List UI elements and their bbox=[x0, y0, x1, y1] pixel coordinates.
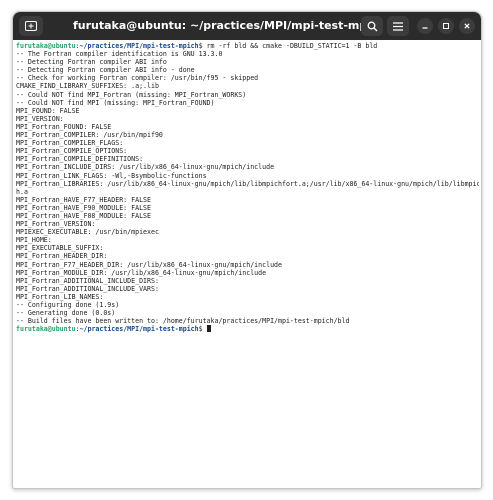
output-line: -- Could NOT find MPI (missing: MPI_Fort… bbox=[16, 98, 215, 107]
terminal-output-area[interactable]: furutaka@ubuntu:~/practices/MPI/mpi-test… bbox=[13, 40, 481, 488]
minimize-icon bbox=[422, 27, 428, 29]
maximize-icon bbox=[443, 23, 449, 29]
output-line: h.a bbox=[16, 187, 28, 196]
prompt-path: ~/practices/MPI/mpi-test-mpich bbox=[79, 325, 199, 334]
output-line: -- Generating done (0.0s) bbox=[16, 309, 116, 318]
output-line: MPI_Fortran_LIBRARIES: /usr/lib/x86_64-l… bbox=[16, 179, 479, 188]
output-line: MPI_Fortran_HAVE_F90_MODULE: FALSE bbox=[16, 203, 151, 212]
terminal-window: furutaka@ubuntu: ~/practices/MPI/mpi-tes… bbox=[12, 11, 482, 489]
output-line: MPI_Fortran_LINK_FLAGS: -Wl,-Bsymbolic-f… bbox=[16, 171, 207, 180]
output-line: CMAKE_FIND_LIBRARY_SUFFIXES: .a;.lib bbox=[16, 82, 159, 91]
minimize-button[interactable] bbox=[417, 18, 433, 34]
output-line: MPI_Fortran_INCLUDE_DIRS: /usr/lib/x86_6… bbox=[16, 163, 275, 172]
new-tab-icon bbox=[25, 21, 37, 31]
output-line: MPI_Fortran_ADDITIONAL_INCLUDE_DIRS: bbox=[16, 276, 159, 285]
output-line: MPI_VERSION: bbox=[16, 114, 64, 123]
text-cursor bbox=[206, 325, 211, 333]
title-bar[interactable]: furutaka@ubuntu: ~/practices/MPI/mpi-tes… bbox=[13, 12, 481, 40]
output-line: MPI_Fortran_LIB_NAMES: bbox=[16, 292, 104, 301]
command-text: rm -rf bld && cmake -DBUILD_STATIC=1 -B … bbox=[206, 42, 378, 50]
output-line: -- Configuring done (1.9s) bbox=[16, 301, 120, 309]
prompt-path: ~/practices/MPI/mpi-test-mpich bbox=[79, 42, 199, 50]
close-icon bbox=[464, 23, 470, 29]
output-line: MPI_Fortran_MODULE_DIR: /usr/lib/x86_64-… bbox=[16, 268, 267, 277]
close-button[interactable] bbox=[459, 18, 475, 34]
output-line: -- Build files have been written to: /ho… bbox=[16, 317, 350, 326]
output-line: MPI_Fortran_COMPILE_DEFINITIONS: bbox=[16, 155, 144, 164]
prompt-sigil: $ bbox=[198, 42, 207, 50]
output-line: MPI_HOME: bbox=[16, 236, 52, 245]
prompt-user: furutaka@ubuntu bbox=[16, 325, 76, 334]
hamburger-menu-icon bbox=[393, 21, 403, 31]
output-line: MPI_EXECUTABLE_SUFFIX: bbox=[16, 244, 104, 253]
output-line: MPI_Fortran_COMPILE_OPTIONS: bbox=[16, 147, 128, 156]
prompt-sigil: $ bbox=[198, 325, 207, 334]
output-line: -- Check for working Fortran compiler: /… bbox=[16, 74, 259, 83]
output-line: MPI_Fortran_VERSION: bbox=[16, 220, 96, 229]
prompt-line: furutaka@ubuntu:~/practices/MPI/mpi-test… bbox=[16, 325, 479, 333]
output-line: MPI_Fortran_HEADER_DIR: bbox=[16, 252, 108, 261]
output-line: MPI_Fortran_ADDITIONAL_INCLUDE_VARS: bbox=[16, 284, 159, 293]
new-tab-button[interactable] bbox=[19, 16, 43, 36]
output-line: -- The Fortran compiler identification i… bbox=[16, 50, 223, 59]
search-icon bbox=[367, 21, 377, 31]
output-line: MPI_Fortran_FOUND: FALSE bbox=[16, 122, 112, 131]
output-line: -- Detecting Fortran compiler ABI info -… bbox=[16, 66, 195, 75]
output-line: -- Detecting Fortran compiler ABI info bbox=[16, 58, 167, 67]
prompt-line: furutaka@ubuntu:~/practices/MPI/mpi-test… bbox=[16, 42, 479, 50]
maximize-button[interactable] bbox=[438, 18, 454, 34]
output-line: MPIEXEC_EXECUTABLE: /usr/bin/mpiexec bbox=[16, 228, 159, 237]
output-line: MPI_Fortran_HAVE_F08_MODULE: FALSE bbox=[16, 211, 151, 220]
search-button[interactable] bbox=[361, 16, 383, 36]
output-line: -- Could NOT find MPI_Fortran (missing: … bbox=[16, 90, 247, 99]
prompt-user: furutaka@ubuntu bbox=[16, 42, 76, 50]
window-title: furutaka@ubuntu: ~/practices/MPI/mpi-tes… bbox=[73, 19, 361, 32]
main-menu-button[interactable] bbox=[387, 16, 409, 36]
command-output: -- The Fortran compiler identification i… bbox=[16, 50, 479, 325]
output-line: MPI_Fortran_HAVE_F77_HEADER: FALSE bbox=[16, 195, 151, 204]
output-line: MPI_Fortran_F77_HEADER_DIR: /usr/lib/x86… bbox=[16, 260, 282, 269]
output-line: MPI_FOUND: FALSE bbox=[16, 106, 80, 115]
output-line: MPI_Fortran_COMPILER_FLAGS: bbox=[16, 139, 124, 148]
output-line: MPI_Fortran_COMPILER: /usr/bin/mpif90 bbox=[16, 131, 163, 140]
